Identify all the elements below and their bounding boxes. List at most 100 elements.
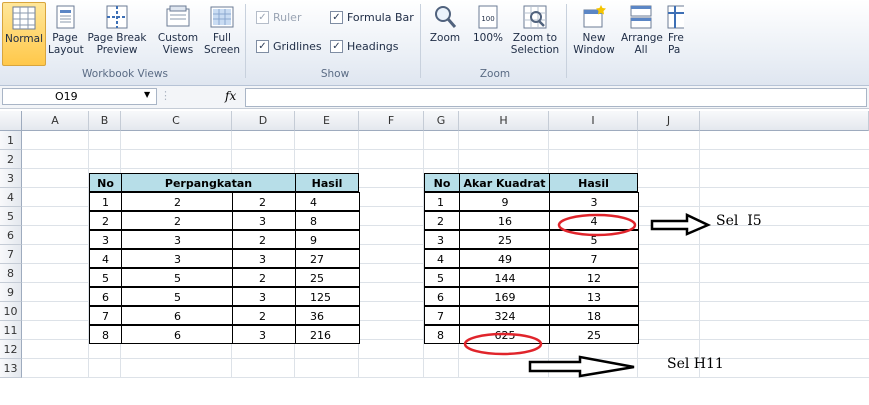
- custom-views-button[interactable]: Custom Views: [156, 2, 200, 64]
- column-header[interactable]: J: [638, 111, 700, 131]
- row-header[interactable]: 1: [0, 131, 22, 150]
- table1-cell[interactable]: 3: [232, 211, 297, 230]
- column-header[interactable]: G: [424, 111, 459, 131]
- table1-cell[interactable]: 3: [232, 249, 297, 268]
- table2-cell[interactable]: 1: [424, 192, 461, 211]
- table1-cell[interactable]: 216: [295, 325, 360, 344]
- table2-cell[interactable]: 9: [459, 192, 551, 211]
- table1-header-no[interactable]: No: [89, 173, 122, 192]
- table2-cell[interactable]: 144: [459, 268, 551, 287]
- row-header[interactable]: 3: [0, 169, 22, 188]
- table1-cell[interactable]: 2: [232, 192, 297, 211]
- zoom-to-selection-button[interactable]: Zoom to Selection: [509, 2, 561, 64]
- table1-cell[interactable]: 2: [232, 306, 297, 325]
- table1-cell[interactable]: 6: [121, 306, 234, 325]
- table2-header-no[interactable]: No: [424, 173, 460, 192]
- table2-header-hasil[interactable]: Hasil: [549, 173, 638, 192]
- column-header[interactable]: C: [121, 111, 232, 131]
- table1-cell[interactable]: 6: [121, 325, 234, 344]
- formula-bar-checkbox[interactable]: ✓ Formula Bar: [330, 11, 414, 24]
- row-header[interactable]: 4: [0, 188, 22, 207]
- row-header[interactable]: 5: [0, 207, 22, 226]
- full-screen-button[interactable]: Full Screen: [202, 2, 242, 64]
- table2-cell[interactable]: 25: [549, 325, 639, 344]
- column-header[interactable]: D: [232, 111, 295, 131]
- table2-cell[interactable]: 4: [549, 211, 639, 230]
- table1-cell[interactable]: 5: [89, 268, 123, 287]
- table1-cell[interactable]: 5: [121, 268, 234, 287]
- row-header[interactable]: 10: [0, 302, 22, 321]
- table2-cell[interactable]: 324: [459, 306, 551, 325]
- select-all-corner[interactable]: [0, 111, 22, 131]
- table2-cell[interactable]: 3: [424, 230, 461, 249]
- formula-input[interactable]: [245, 88, 867, 107]
- column-header[interactable]: B: [89, 111, 121, 131]
- table1-cell[interactable]: 9: [295, 230, 360, 249]
- table1-cell[interactable]: 3: [121, 249, 234, 268]
- table2-cell[interactable]: 7: [424, 306, 461, 325]
- zoom-100-button[interactable]: 100 100%: [468, 2, 508, 64]
- row-header[interactable]: 7: [0, 245, 22, 264]
- table2-cell[interactable]: 2: [424, 211, 461, 230]
- table2-cell[interactable]: 8: [424, 325, 461, 344]
- table1-cell[interactable]: 6: [89, 287, 123, 306]
- table1-cell[interactable]: 4: [89, 249, 123, 268]
- gridlines-checkbox[interactable]: ✓ Gridlines: [256, 40, 322, 53]
- table1-header-perpangkatan[interactable]: Perpangkatan: [121, 173, 296, 192]
- table1-cell[interactable]: 1: [89, 192, 123, 211]
- table1-cell[interactable]: 7: [89, 306, 123, 325]
- table1-cell[interactable]: 3: [232, 325, 297, 344]
- name-box-dropdown-icon[interactable]: ▼: [144, 90, 150, 99]
- table2-cell[interactable]: 12: [549, 268, 639, 287]
- table1-cell[interactable]: 125: [295, 287, 360, 306]
- table1-header-hasil[interactable]: Hasil: [295, 173, 359, 192]
- table1-cell[interactable]: 3: [89, 230, 123, 249]
- table1-cell[interactable]: 25: [295, 268, 360, 287]
- page-layout-button[interactable]: Page Layout: [46, 2, 84, 64]
- table2-cell[interactable]: 16: [459, 211, 551, 230]
- table2-cell[interactable]: 25: [459, 230, 551, 249]
- table1-cell[interactable]: 27: [295, 249, 360, 268]
- freeze-panes-button[interactable]: Fre Pa: [664, 2, 684, 64]
- row-header[interactable]: 13: [0, 359, 22, 378]
- table1-cell[interactable]: 2: [89, 211, 123, 230]
- table1-cell[interactable]: 2: [121, 192, 234, 211]
- table2-cell[interactable]: 49: [459, 249, 551, 268]
- column-header[interactable]: F: [359, 111, 424, 131]
- headings-checkbox[interactable]: ✓ Headings: [330, 40, 399, 53]
- table2-cell[interactable]: 6: [424, 287, 461, 306]
- page-break-preview-button[interactable]: Page Break Preview: [86, 2, 148, 64]
- table2-cell[interactable]: 18: [549, 306, 639, 325]
- table1-cell[interactable]: 3: [232, 287, 297, 306]
- table1-cell[interactable]: 5: [121, 287, 234, 306]
- table1-cell[interactable]: 3: [121, 230, 234, 249]
- table2-cell[interactable]: 13: [549, 287, 639, 306]
- table2-cell[interactable]: 3: [549, 192, 639, 211]
- zoom-button[interactable]: Zoom: [426, 2, 464, 64]
- row-header[interactable]: 6: [0, 226, 22, 245]
- table2-header-akar-kuadrat[interactable]: Akar Kuadrat: [459, 173, 550, 192]
- table1-cell[interactable]: 8: [89, 325, 123, 344]
- table2-cell[interactable]: 7: [549, 249, 639, 268]
- table2-cell[interactable]: 5: [549, 230, 639, 249]
- arrange-all-button[interactable]: Arrange All: [620, 2, 663, 64]
- column-header[interactable]: I: [549, 111, 638, 131]
- row-header[interactable]: 11: [0, 321, 22, 340]
- row-header[interactable]: 8: [0, 264, 22, 283]
- table1-cell[interactable]: 4: [295, 192, 360, 211]
- table2-cell[interactable]: 625: [459, 325, 551, 344]
- table2-cell[interactable]: 4: [424, 249, 461, 268]
- column-header[interactable]: A: [22, 111, 89, 131]
- new-window-button[interactable]: New Window: [570, 2, 618, 64]
- table1-cell[interactable]: 2: [232, 230, 297, 249]
- table1-cell[interactable]: 2: [121, 211, 234, 230]
- normal-view-button[interactable]: Normal: [2, 2, 46, 66]
- collapse-handle-icon[interactable]: ⋮: [160, 89, 171, 102]
- table2-cell[interactable]: 5: [424, 268, 461, 287]
- name-box[interactable]: O19: [2, 88, 157, 105]
- row-header[interactable]: 2: [0, 150, 22, 169]
- table1-cell[interactable]: 2: [232, 268, 297, 287]
- table1-cell[interactable]: 36: [295, 306, 360, 325]
- row-header[interactable]: 12: [0, 340, 22, 359]
- table1-cell[interactable]: 8: [295, 211, 360, 230]
